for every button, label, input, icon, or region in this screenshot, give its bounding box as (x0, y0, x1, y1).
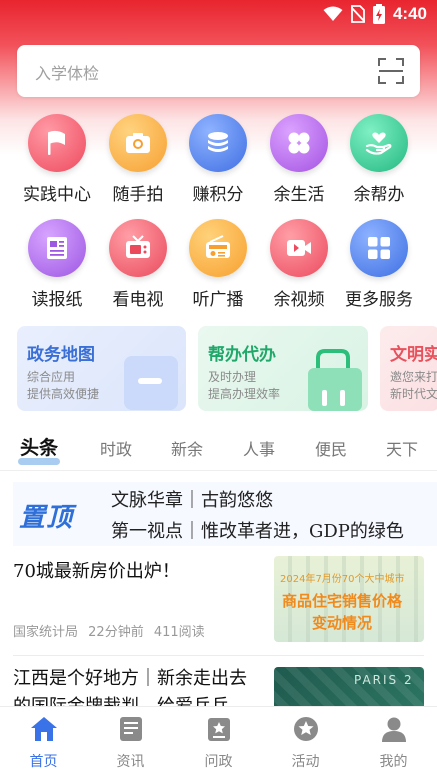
grid-item-tv[interactable]: 看电视 (98, 219, 178, 310)
grid-label: 更多服务 (345, 290, 413, 310)
card-gov-map[interactable]: 政务地图 综合应用 提供高效便捷 (17, 326, 186, 411)
newspaper-icon (47, 237, 67, 259)
grid-item-earn-points[interactable]: 赚积分 (178, 114, 258, 205)
grid-label: 余帮办 (353, 185, 405, 205)
camera-icon (126, 133, 150, 153)
card-agency-service[interactable]: 帮办代办 及时办理 提高办理效率 (198, 326, 368, 411)
grid-label: 读报纸 (31, 290, 83, 310)
grid-item-help-service[interactable]: 余帮办 (339, 114, 419, 205)
activity-icon (293, 717, 318, 741)
grid-label: 余视频 (273, 290, 325, 310)
card-title: 帮办代办 (208, 345, 276, 365)
news-reads: 411阅读 (153, 625, 205, 640)
news-tabs: 头条 时政 新余 人事 便民 天下 (0, 428, 437, 468)
news-time: 22分钟前 (88, 625, 144, 640)
status-bar: 4:40 (0, 0, 437, 32)
nav-inquiry[interactable]: 问政 (175, 715, 262, 771)
grid-label: 实践中心 (23, 185, 91, 205)
tabs-divider (0, 470, 437, 471)
card-subtitle: 邀您来打 (390, 370, 437, 384)
thumb-text: 商品住宅销售价格 (282, 592, 403, 610)
card-subtitle: 综合应用 (27, 370, 76, 384)
more-services-icon (368, 237, 390, 259)
feature-cards: 政务地图 综合应用 提供高效便捷 帮办代办 及时办理 提高办理效率 文明实 邀您… (17, 326, 437, 412)
pinned-badge: 置顶 (17, 492, 99, 536)
pinned-line-1[interactable]: 文脉华章｜古韵悠悠 (111, 486, 273, 512)
news-thumbnail: PARIS 2 (274, 667, 424, 709)
clover-icon (288, 132, 310, 154)
search-placeholder: 入学体检 (35, 64, 100, 83)
grid-label: 余生活 (273, 185, 325, 205)
pinned-line-2[interactable]: 第一视点｜惟改革者进，GDP的绿色 (111, 517, 437, 543)
wifi-icon (323, 6, 343, 21)
card-civilization[interactable]: 文明实 邀您来打 新时代文 (380, 326, 437, 411)
news-source: 国家统计局 (13, 625, 79, 640)
grid-item-more-services[interactable]: 更多服务 (339, 219, 419, 310)
flag-icon (48, 130, 65, 155)
news-title: 70城最新房价出炉！ (13, 561, 180, 582)
tab-xinyu[interactable]: 新余 (171, 436, 203, 460)
heart-hand-icon (365, 132, 392, 155)
status-time: 4:40 (392, 4, 427, 23)
nav-label: 活动 (291, 754, 320, 770)
grid-item-life[interactable]: 余生活 (259, 114, 339, 205)
news-item[interactable]: 江西是个好地方｜新余走出去的国际金牌裁判，给爱乒乓 PARIS 2 (13, 665, 424, 709)
coins-icon (208, 132, 228, 152)
grid-label: 赚积分 (192, 185, 244, 205)
map-card-icon (124, 356, 178, 410)
thumb-text: PARIS 2 (354, 673, 414, 687)
grid-item-snapshot[interactable]: 随手拍 (98, 114, 178, 205)
bottom-nav: 首页 资讯 问政 活动 我的 (0, 706, 437, 776)
nav-profile[interactable]: 我的 (350, 715, 437, 771)
news-divider (13, 655, 424, 656)
news-item[interactable]: 70城最新房价出炉！ 国家统计局 22分钟前 411阅读 2024年7月份70个… (13, 556, 424, 648)
tab-headlines[interactable]: 头条 (20, 433, 58, 460)
grid-label: 随手拍 (112, 185, 164, 205)
grid-item-video[interactable]: 余视频 (259, 219, 339, 310)
bag-card-icon (308, 349, 362, 411)
card-title: 政务地图 (27, 345, 95, 365)
tab-politics[interactable]: 时政 (100, 436, 132, 460)
news-thumbnail: 2024年7月份70个大中城市 商品住宅销售价格 变动情况 (274, 556, 424, 642)
nav-activity[interactable]: 活动 (262, 715, 349, 771)
tab-world[interactable]: 天下 (386, 436, 418, 460)
inquiry-icon (207, 718, 230, 741)
tab-personnel[interactable]: 人事 (243, 436, 275, 460)
radio-icon (206, 235, 230, 258)
pinned-news[interactable]: 置顶 文脉华章｜古韵悠悠 第一视点｜惟改革者进，GDP的绿色 (13, 482, 437, 546)
nav-news[interactable]: 资讯 (87, 715, 174, 771)
video-icon (287, 240, 311, 256)
grid-label: 听广播 (192, 290, 244, 310)
nav-label: 问政 (204, 754, 233, 770)
card-subtitle: 提供高效便捷 (27, 387, 100, 401)
pinned-badge-text: 置顶 (19, 503, 74, 533)
nav-label: 首页 (29, 754, 58, 770)
news-title: 江西是个好地方｜新余走出去的国际金牌裁判，给爱乒乓 (13, 668, 247, 709)
news-icon (119, 717, 142, 741)
nav-home[interactable]: 首页 (0, 715, 87, 771)
scan-icon[interactable] (378, 58, 404, 84)
home-icon (30, 717, 57, 741)
grid-item-practice-center[interactable]: 实践中心 (17, 114, 97, 205)
news-meta: 国家统计局 22分钟前 411阅读 (13, 621, 205, 640)
nav-label: 资讯 (116, 754, 145, 770)
grid-item-newspaper[interactable]: 读报纸 (17, 219, 97, 310)
search-input[interactable]: 入学体检 (17, 45, 420, 97)
no-sim-icon (350, 5, 365, 23)
battery-charging-icon (372, 4, 385, 24)
card-subtitle: 提高办理效率 (208, 387, 281, 401)
thumb-text: 变动情况 (312, 614, 373, 632)
card-subtitle: 及时办理 (208, 370, 257, 384)
profile-icon (381, 717, 406, 742)
grid-item-radio[interactable]: 听广播 (178, 219, 258, 310)
grid-label: 看电视 (112, 290, 164, 310)
tv-icon (126, 235, 150, 258)
card-subtitle: 新时代文 (390, 387, 437, 401)
thumb-text: 2024年7月份70个大中城市 (280, 574, 405, 585)
card-title: 文明实 (390, 345, 437, 365)
nav-label: 我的 (379, 754, 408, 770)
tab-convenience[interactable]: 便民 (315, 436, 347, 460)
